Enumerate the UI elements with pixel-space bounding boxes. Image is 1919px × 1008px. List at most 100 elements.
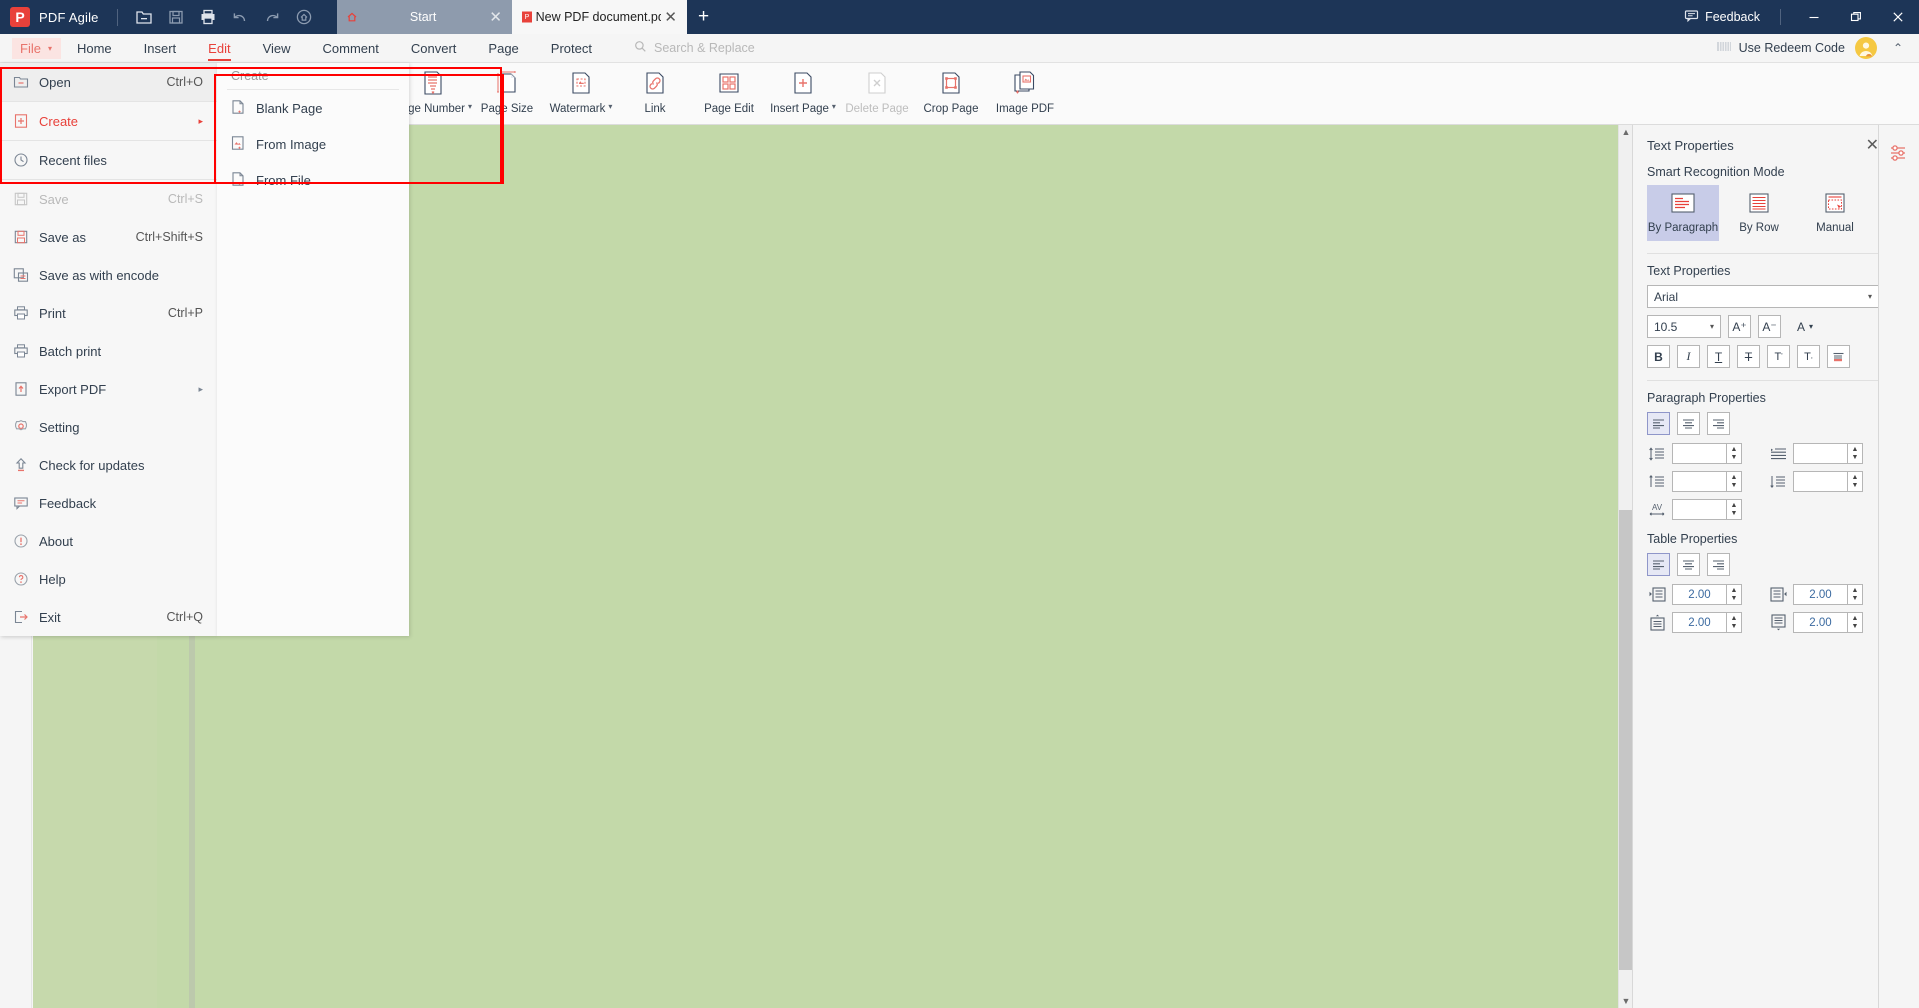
close-icon[interactable]: ✕ — [1866, 135, 1879, 155]
ribbon-button-insert-page[interactable]: Insert Page ▾ — [766, 63, 840, 123]
file-menu-item-export-pdf[interactable]: Export PDF ▸ — [0, 370, 217, 408]
spinner[interactable]: 2.00 ▲ ▼ — [1793, 612, 1863, 633]
search-replace-input[interactable]: Search & Replace — [634, 40, 755, 56]
close-icon[interactable]: ✕ — [661, 8, 681, 26]
table-align-left-button[interactable] — [1647, 553, 1670, 576]
space-before-field[interactable]: ▲ ▼ — [1647, 471, 1758, 492]
underline-button[interactable]: T — [1707, 345, 1730, 368]
use-redeem-code-button[interactable]: Use Redeem Code — [1716, 40, 1845, 56]
spinner-buttons[interactable]: ▲ ▼ — [1726, 612, 1742, 633]
collapse-ribbon-button[interactable]: ⌃ — [1887, 41, 1909, 55]
vertical-scrollbar[interactable]: ▲ ▼ — [1618, 125, 1633, 1008]
menu-tab-protect[interactable]: Protect — [535, 34, 608, 63]
spinner-buttons[interactable]: ▲ ▼ — [1726, 584, 1742, 605]
spinner-buttons[interactable]: ▲ ▼ — [1726, 499, 1742, 520]
spinner[interactable]: ▲ ▼ — [1672, 471, 1742, 492]
mode-manual-button[interactable]: Manual — [1799, 185, 1871, 241]
ribbon-button-link[interactable]: Link — [618, 63, 692, 123]
save-icon[interactable] — [161, 4, 191, 30]
spinner-buttons[interactable]: ▲ ▼ — [1726, 443, 1742, 464]
ribbon-button-watermark[interactable]: Watermark ▾ — [544, 63, 618, 123]
create-submenu-item-from-file[interactable]: From File — [217, 162, 409, 198]
menu-tab-home[interactable]: Home — [61, 34, 128, 63]
menu-tab-convert[interactable]: Convert — [395, 34, 473, 63]
spinner[interactable]: 2.00 ▲ ▼ — [1672, 584, 1742, 605]
home-icon[interactable] — [289, 4, 319, 30]
strikethrough-button[interactable]: T — [1737, 345, 1760, 368]
file-menu-item-check-for-updates[interactable]: Check for updates — [0, 446, 217, 484]
spinner-buttons[interactable]: ▲ ▼ — [1847, 443, 1863, 464]
scrollbar-thumb[interactable] — [1619, 510, 1633, 970]
chevron-down-icon[interactable]: ▾ — [608, 102, 612, 111]
file-menu-item-batch-print[interactable]: Batch print — [0, 332, 217, 370]
file-menu-item-about[interactable]: About — [0, 522, 217, 560]
mode-by-paragraph-button[interactable]: By Paragraph — [1647, 185, 1719, 241]
menu-tab-page[interactable]: Page — [472, 34, 534, 63]
new-tab-button[interactable]: + — [687, 0, 721, 34]
spinner[interactable]: ▲ ▼ — [1672, 443, 1742, 464]
spinner[interactable]: 2.00 ▲ ▼ — [1672, 612, 1742, 633]
menu-tab-edit[interactable]: Edit — [192, 34, 246, 63]
file-menu-item-save-as[interactable]: Save as Ctrl+Shift+S — [0, 218, 217, 256]
first-line-indent-field[interactable]: ▲ ▼ — [1768, 443, 1879, 464]
file-menu-item-create[interactable]: Create ▸ — [0, 102, 217, 140]
spinner-buttons[interactable]: ▲ ▼ — [1726, 471, 1742, 492]
chevron-down-icon[interactable]: ▾ — [832, 102, 836, 111]
ribbon-button-image-pdf[interactable]: Image PDF — [988, 63, 1062, 123]
file-menu-item-setting[interactable]: Setting — [0, 408, 217, 446]
spinner[interactable]: 2.00 ▲ ▼ — [1793, 584, 1863, 605]
ribbon-button-crop-page[interactable]: Crop Page — [914, 63, 988, 123]
superscript-button[interactable]: T ' — [1767, 345, 1790, 368]
subscript-button[interactable]: T, — [1797, 345, 1820, 368]
align-right-button[interactable] — [1707, 412, 1730, 435]
mode-by-row-button[interactable]: By Row — [1723, 185, 1795, 241]
create-submenu-item-blank-page[interactable]: Blank Page — [217, 90, 409, 126]
spinner[interactable]: ▲ ▼ — [1793, 471, 1863, 492]
align-center-button[interactable] — [1677, 412, 1700, 435]
file-menu-button[interactable]: File ▾ — [12, 37, 61, 59]
decrease-font-size-button[interactable]: A⁻ — [1758, 315, 1781, 338]
file-menu-item-save-as-with-encode[interactable]: Save as with encode — [0, 256, 217, 294]
file-menu-item-print[interactable]: Print Ctrl+P — [0, 294, 217, 332]
table-align-center-button[interactable] — [1677, 553, 1700, 576]
bold-button[interactable]: B — [1647, 345, 1670, 368]
menu-tab-comment[interactable]: Comment — [307, 34, 395, 63]
font-color-button[interactable]: A ▾ — [1788, 315, 1822, 338]
print-icon[interactable] — [193, 4, 223, 30]
space-after-field[interactable]: ▲ ▼ — [1768, 471, 1879, 492]
file-menu-item-help[interactable]: Help — [0, 560, 217, 598]
cell-margin-right-field[interactable]: 2.00 ▲ ▼ — [1768, 584, 1879, 605]
ribbon-button-page-size[interactable]: Page Size — [470, 63, 544, 123]
file-menu-item-exit[interactable]: Exit Ctrl+Q — [0, 598, 217, 636]
cell-margin-left-field[interactable]: 2.00 ▲ ▼ — [1647, 584, 1758, 605]
close-icon[interactable]: ✕ — [486, 8, 506, 26]
spinner-buttons[interactable]: ▲ ▼ — [1847, 471, 1863, 492]
menu-tab-insert[interactable]: Insert — [128, 34, 193, 63]
document-tab-start[interactable]: Start ✕ — [336, 0, 512, 34]
file-menu-item-open[interactable]: Open Ctrl+O — [0, 63, 217, 101]
minimize-button[interactable] — [1793, 0, 1835, 34]
spinner-buttons[interactable]: ▲ ▼ — [1847, 612, 1863, 633]
panel-settings-icon[interactable] — [1879, 133, 1919, 173]
spinner[interactable]: ▲ ▼ — [1793, 443, 1863, 464]
file-menu-item-feedback[interactable]: Feedback — [0, 484, 217, 522]
spinner-buttons[interactable]: ▲ ▼ — [1847, 584, 1863, 605]
cell-margin-top-field[interactable]: 2.00 ▲ ▼ — [1647, 612, 1758, 633]
font-family-select[interactable]: Arial ▾ — [1647, 285, 1879, 308]
feedback-button[interactable]: Feedback — [1684, 8, 1768, 26]
table-align-right-button[interactable] — [1707, 553, 1730, 576]
maximize-button[interactable] — [1835, 0, 1877, 34]
undo-icon[interactable] — [225, 4, 255, 30]
document-tab-new-pdf[interactable]: P New PDF document.pdf ✕ — [511, 0, 687, 34]
italic-button[interactable]: I — [1677, 345, 1700, 368]
open-file-icon[interactable] — [129, 4, 159, 30]
character-spacing-field[interactable]: AV ▲ ▼ — [1647, 499, 1758, 520]
align-left-button[interactable] — [1647, 412, 1670, 435]
increase-font-size-button[interactable]: A⁺ — [1728, 315, 1751, 338]
font-size-select[interactable]: 10.5 ▾ — [1647, 315, 1721, 338]
file-menu-item-recent-files[interactable]: Recent files — [0, 141, 217, 179]
cell-margin-bottom-field[interactable]: 2.00 ▲ ▼ — [1768, 612, 1879, 633]
spinner[interactable]: ▲ ▼ — [1672, 499, 1742, 520]
redo-icon[interactable] — [257, 4, 287, 30]
scroll-down-button[interactable]: ▼ — [1619, 994, 1633, 1008]
